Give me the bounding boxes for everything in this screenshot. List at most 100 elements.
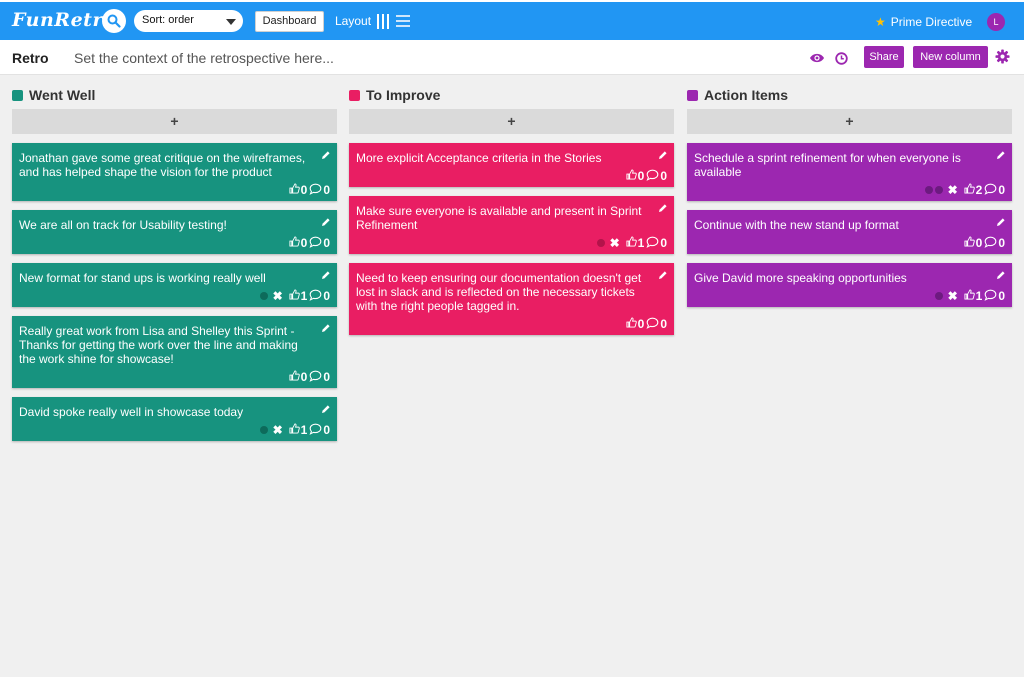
gear-icon[interactable] bbox=[995, 49, 1010, 64]
vote-count: 0 bbox=[300, 183, 308, 197]
comment-icon[interactable] bbox=[984, 236, 997, 251]
pencil-icon[interactable] bbox=[321, 216, 331, 230]
new-column-button[interactable]: New column bbox=[913, 46, 988, 68]
thumbs-up-icon[interactable] bbox=[964, 183, 975, 197]
share-button[interactable]: Share bbox=[864, 46, 904, 68]
comment-icon[interactable] bbox=[309, 183, 322, 198]
voter-dot bbox=[259, 426, 268, 434]
remove-vote-icon[interactable]: ✖ bbox=[273, 423, 283, 437]
columns-layout-icon[interactable] bbox=[377, 14, 389, 29]
vote-count: 0 bbox=[300, 236, 308, 250]
comment-icon[interactable] bbox=[646, 317, 659, 332]
vote-count: 1 bbox=[300, 423, 308, 437]
card-text: Really great work from Lisa and Shelley … bbox=[19, 324, 298, 366]
pencil-icon[interactable] bbox=[321, 269, 331, 283]
column-title[interactable]: Action Items bbox=[704, 87, 788, 103]
comment-icon[interactable] bbox=[309, 289, 322, 304]
column-title[interactable]: To Improve bbox=[366, 87, 440, 103]
comment-icon[interactable] bbox=[309, 370, 322, 385]
remove-vote-icon[interactable]: ✖ bbox=[948, 183, 958, 197]
context-input[interactable]: Set the context of the retrospective her… bbox=[74, 50, 334, 66]
remove-vote-icon[interactable]: ✖ bbox=[273, 289, 283, 303]
pencil-icon[interactable] bbox=[996, 269, 1006, 283]
retro-card[interactable]: Really great work from Lisa and Shelley … bbox=[12, 316, 337, 388]
remove-vote-icon[interactable]: ✖ bbox=[610, 236, 620, 250]
retro-card[interactable]: Schedule a sprint refinement for when ev… bbox=[687, 143, 1012, 201]
retro-card[interactable]: Continue with the new stand up format 0 0 bbox=[687, 210, 1012, 254]
pencil-icon[interactable] bbox=[321, 322, 331, 336]
vote-count: 1 bbox=[975, 289, 983, 303]
thumbs-up-icon[interactable] bbox=[626, 236, 637, 250]
card-meta: ✖ 2 0 bbox=[924, 183, 1007, 198]
column-green: Went Well + Jonathan gave some great criti… bbox=[12, 86, 337, 441]
card-text: Schedule a sprint refinement for when ev… bbox=[694, 151, 961, 179]
pencil-icon[interactable] bbox=[658, 202, 668, 216]
retro-card[interactable]: Make sure everyone is available and pres… bbox=[349, 196, 674, 254]
vote-count: 1 bbox=[637, 236, 645, 250]
thumbs-up-icon[interactable] bbox=[289, 423, 300, 437]
pencil-icon[interactable] bbox=[658, 149, 668, 163]
pencil-icon[interactable] bbox=[321, 403, 331, 417]
app-logo[interactable]: FunRetro bbox=[12, 9, 116, 31]
retro-card[interactable]: David spoke really well in showcase toda… bbox=[12, 397, 337, 441]
comment-count: 0 bbox=[323, 370, 330, 384]
column-header: Went Well bbox=[12, 86, 337, 106]
add-card-button[interactable]: + bbox=[349, 109, 674, 134]
pencil-icon[interactable] bbox=[321, 149, 331, 163]
thumbs-up-icon[interactable] bbox=[289, 289, 300, 303]
comment-count: 0 bbox=[998, 289, 1005, 303]
comment-count: 0 bbox=[323, 423, 330, 437]
vote-count: 0 bbox=[975, 236, 983, 250]
dashboard-button[interactable]: Dashboard bbox=[255, 11, 324, 32]
retro-card[interactable]: New format for stand ups is working real… bbox=[12, 263, 337, 307]
comment-icon[interactable] bbox=[984, 289, 997, 304]
board-title[interactable]: Retro bbox=[12, 50, 49, 66]
retro-card[interactable]: We are all on track for Usability testin… bbox=[12, 210, 337, 254]
avatar[interactable]: L bbox=[987, 13, 1005, 31]
vote-count: 0 bbox=[637, 317, 645, 331]
clock-icon[interactable] bbox=[835, 52, 848, 65]
thumbs-up-icon[interactable] bbox=[289, 236, 300, 250]
column-title[interactable]: Went Well bbox=[29, 87, 95, 103]
star-icon: ★ bbox=[875, 15, 886, 29]
rows-layout-icon[interactable] bbox=[396, 15, 410, 27]
remove-vote-icon[interactable]: ✖ bbox=[948, 289, 958, 303]
thumbs-up-icon[interactable] bbox=[626, 169, 637, 183]
eye-icon[interactable] bbox=[809, 52, 825, 64]
thumbs-up-icon[interactable] bbox=[626, 317, 637, 331]
retro-card[interactable]: Give David more speaking opportunities ✖ 1… bbox=[687, 263, 1012, 307]
pencil-icon[interactable] bbox=[996, 149, 1006, 163]
card-text: Jonathan gave some great critique on the… bbox=[19, 151, 306, 179]
comment-icon[interactable] bbox=[309, 236, 322, 251]
top-bar: FunRetro Sort: order Dashboard Layout ★ P… bbox=[0, 0, 1024, 40]
retro-card[interactable]: More explicit Acceptance criteria in the… bbox=[349, 143, 674, 187]
column-purple: Action Items + Schedule a sprint refinemen… bbox=[687, 86, 1012, 307]
comment-icon[interactable] bbox=[646, 236, 659, 251]
comment-icon[interactable] bbox=[984, 183, 997, 198]
pencil-icon[interactable] bbox=[996, 216, 1006, 230]
search-button[interactable] bbox=[102, 9, 126, 33]
add-card-button[interactable]: + bbox=[12, 109, 337, 134]
prime-directive-label: Prime Directive bbox=[890, 15, 973, 29]
comment-count: 0 bbox=[660, 317, 667, 331]
sort-select[interactable]: Sort: order bbox=[134, 10, 243, 32]
card-meta: 00 bbox=[626, 169, 669, 184]
comment-count: 0 bbox=[323, 236, 330, 250]
thumbs-up-icon[interactable] bbox=[964, 289, 975, 303]
card-meta: ✖ 1 0 bbox=[259, 289, 332, 304]
card-meta: ✖ 1 0 bbox=[259, 423, 332, 438]
retro-card[interactable]: Jonathan gave some great critique on the… bbox=[12, 143, 337, 201]
vote-count: 1 bbox=[300, 289, 308, 303]
thumbs-up-icon[interactable] bbox=[289, 183, 300, 197]
comment-count: 0 bbox=[323, 183, 330, 197]
add-card-button[interactable]: + bbox=[687, 109, 1012, 134]
comment-icon[interactable] bbox=[309, 423, 322, 438]
prime-directive-link[interactable]: ★ Prime Directive bbox=[875, 15, 972, 29]
pencil-icon[interactable] bbox=[658, 269, 668, 283]
voter-dot bbox=[596, 239, 605, 247]
card-text: New format for stand ups is working real… bbox=[19, 271, 266, 285]
comment-icon[interactable] bbox=[646, 169, 659, 184]
retro-card[interactable]: Need to keep ensuring our documentation … bbox=[349, 263, 674, 335]
thumbs-up-icon[interactable] bbox=[964, 236, 975, 250]
thumbs-up-icon[interactable] bbox=[289, 370, 300, 384]
